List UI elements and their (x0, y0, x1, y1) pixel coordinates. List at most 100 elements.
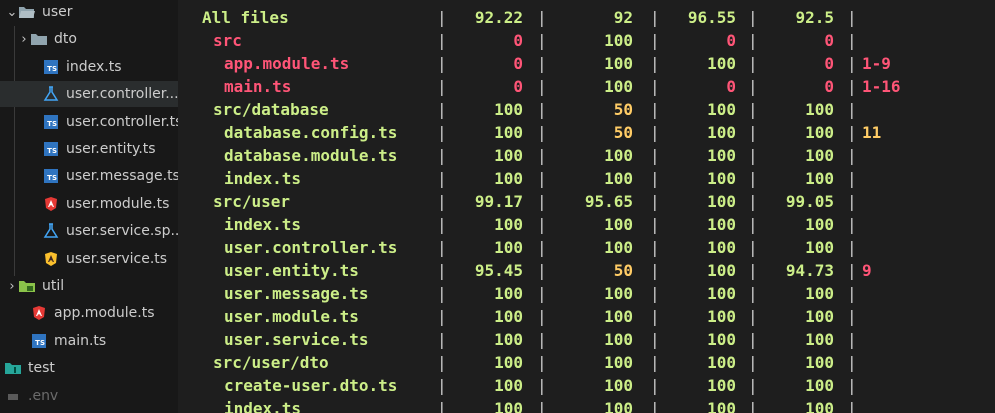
column-separator: | (650, 77, 660, 96)
column-separator: | (537, 146, 547, 165)
explorer-item-label: user.service.ts (66, 250, 168, 267)
coverage-stmts: 100 (494, 100, 523, 119)
folder-util-icon (18, 278, 36, 294)
column-separator: | (748, 261, 758, 280)
explorer-item[interactable]: user.module.ts (0, 191, 178, 217)
coverage-stmts: 100 (494, 123, 523, 142)
coverage-lines: 100 (805, 284, 834, 303)
column-separator: | (437, 353, 447, 372)
terminal-coverage-output[interactable]: All files | | | | | 92.22 92 96.55 92.5 src | | | | | 0 1… (178, 0, 995, 413)
column-separator: | (847, 146, 857, 165)
coverage-stmts: 100 (494, 353, 523, 372)
column-separator: | (437, 169, 447, 188)
column-separator: | (847, 307, 857, 326)
coverage-row: main.ts | | | | | 0 100 0 0 1-16 (178, 75, 995, 98)
angular-icon (30, 305, 48, 321)
column-separator: | (650, 307, 660, 326)
column-separator: | (650, 330, 660, 349)
column-separator: | (537, 353, 547, 372)
explorer-item-label: user.entity.ts (66, 141, 156, 157)
explorer-item[interactable]: test (0, 355, 178, 381)
folder-icon (30, 31, 48, 47)
coverage-funcs: 100 (707, 54, 736, 73)
column-separator: | (650, 353, 660, 372)
explorer-item[interactable]: TS user.controller.ts (0, 109, 178, 135)
coverage-row: index.ts | | | | | 100 100 100 100 (178, 213, 995, 236)
coverage-branch: 92 (613, 8, 633, 27)
explorer-item[interactable]: TS index.ts (0, 54, 178, 80)
coverage-funcs: 100 (707, 192, 736, 211)
column-separator: | (847, 100, 857, 119)
coverage-file-name: All files (202, 8, 289, 27)
column-separator: | (437, 146, 447, 165)
coverage-file-name: src/user (213, 192, 291, 211)
coverage-funcs: 100 (707, 399, 736, 413)
explorer-item[interactable]: .env (0, 383, 178, 409)
column-separator: | (748, 54, 758, 73)
column-separator: | (437, 399, 447, 413)
column-separator: | (650, 284, 660, 303)
explorer-item-label: user.controller.ts (66, 113, 178, 130)
coverage-funcs: 100 (707, 100, 736, 119)
column-separator: | (437, 100, 447, 119)
coverage-stmts: 0 (513, 31, 523, 50)
explorer-item[interactable]: user.service.ts (0, 246, 178, 272)
explorer-item-label: test (28, 360, 55, 377)
column-separator: | (748, 146, 758, 165)
explorer-item[interactable]: TS user.entity.ts (0, 136, 178, 162)
coverage-row: src/database | | | | | 100 50 100 100 (178, 98, 995, 121)
coverage-file-name: user.service.ts (224, 330, 369, 349)
coverage-file-name: database.module.ts (224, 146, 398, 165)
explorer-item[interactable]: TS main.ts (0, 328, 178, 354)
explorer-item[interactable]: user.controller.... (0, 81, 178, 108)
coverage-funcs: 100 (707, 238, 736, 257)
explorer-item[interactable]: ⌄ user (0, 0, 178, 25)
explorer-item-label: .env (28, 387, 59, 404)
column-separator: | (748, 123, 758, 142)
explorer-item[interactable]: › dto (0, 26, 178, 52)
column-separator: | (437, 376, 447, 395)
explorer-item[interactable]: TS user.message.ts (0, 163, 178, 189)
explorer-item-label: user.service.sp... (66, 223, 178, 240)
coverage-branch: 100 (604, 146, 633, 165)
column-separator: | (650, 261, 660, 280)
coverage-file-name: index.ts (224, 215, 302, 234)
column-separator: | (748, 353, 758, 372)
explorer-item-label: user (42, 4, 73, 20)
coverage-lines: 0 (824, 31, 834, 50)
chevron-right-icon[interactable]: › (6, 279, 18, 294)
coverage-lines: 100 (805, 307, 834, 326)
explorer-item[interactable]: app.module.ts (0, 300, 178, 326)
coverage-row: index.ts | | | | | 100 100 100 100 (178, 167, 995, 190)
chevron-right-icon[interactable]: › (18, 32, 30, 47)
column-separator: | (437, 215, 447, 234)
coverage-row: src | | | | | 0 100 0 0 (178, 29, 995, 52)
file-explorer: ⌄ user › dto TS index.ts user.controller.... TS… (0, 0, 178, 413)
explorer-item-label: app.module.ts (54, 305, 155, 322)
column-separator: | (650, 376, 660, 395)
coverage-stmts: 100 (494, 238, 523, 257)
column-separator: | (537, 238, 547, 257)
column-separator: | (748, 100, 758, 119)
coverage-stmts: 0 (513, 77, 523, 96)
coverage-branch: 100 (604, 376, 633, 395)
column-separator: | (537, 261, 547, 280)
coverage-branch: 100 (604, 169, 633, 188)
explorer-item[interactable]: user.service.sp... (0, 218, 178, 244)
chevron-down-icon[interactable]: ⌄ (6, 5, 18, 20)
column-separator: | (748, 307, 758, 326)
coverage-row: index.ts | | | | | 100 100 100 100 (178, 397, 995, 413)
column-separator: | (650, 238, 660, 257)
column-separator: | (537, 399, 547, 413)
column-separator: | (847, 192, 857, 211)
explorer-item[interactable]: › util (0, 273, 178, 299)
column-separator: | (847, 31, 857, 50)
coverage-file-name: index.ts (224, 169, 302, 188)
env-file-icon (4, 388, 22, 404)
column-separator: | (437, 77, 447, 96)
coverage-lines: 100 (805, 238, 834, 257)
coverage-stmts: 100 (494, 376, 523, 395)
coverage-file-name: user.controller.ts (224, 238, 398, 257)
column-separator: | (650, 123, 660, 142)
column-separator: | (537, 100, 547, 119)
